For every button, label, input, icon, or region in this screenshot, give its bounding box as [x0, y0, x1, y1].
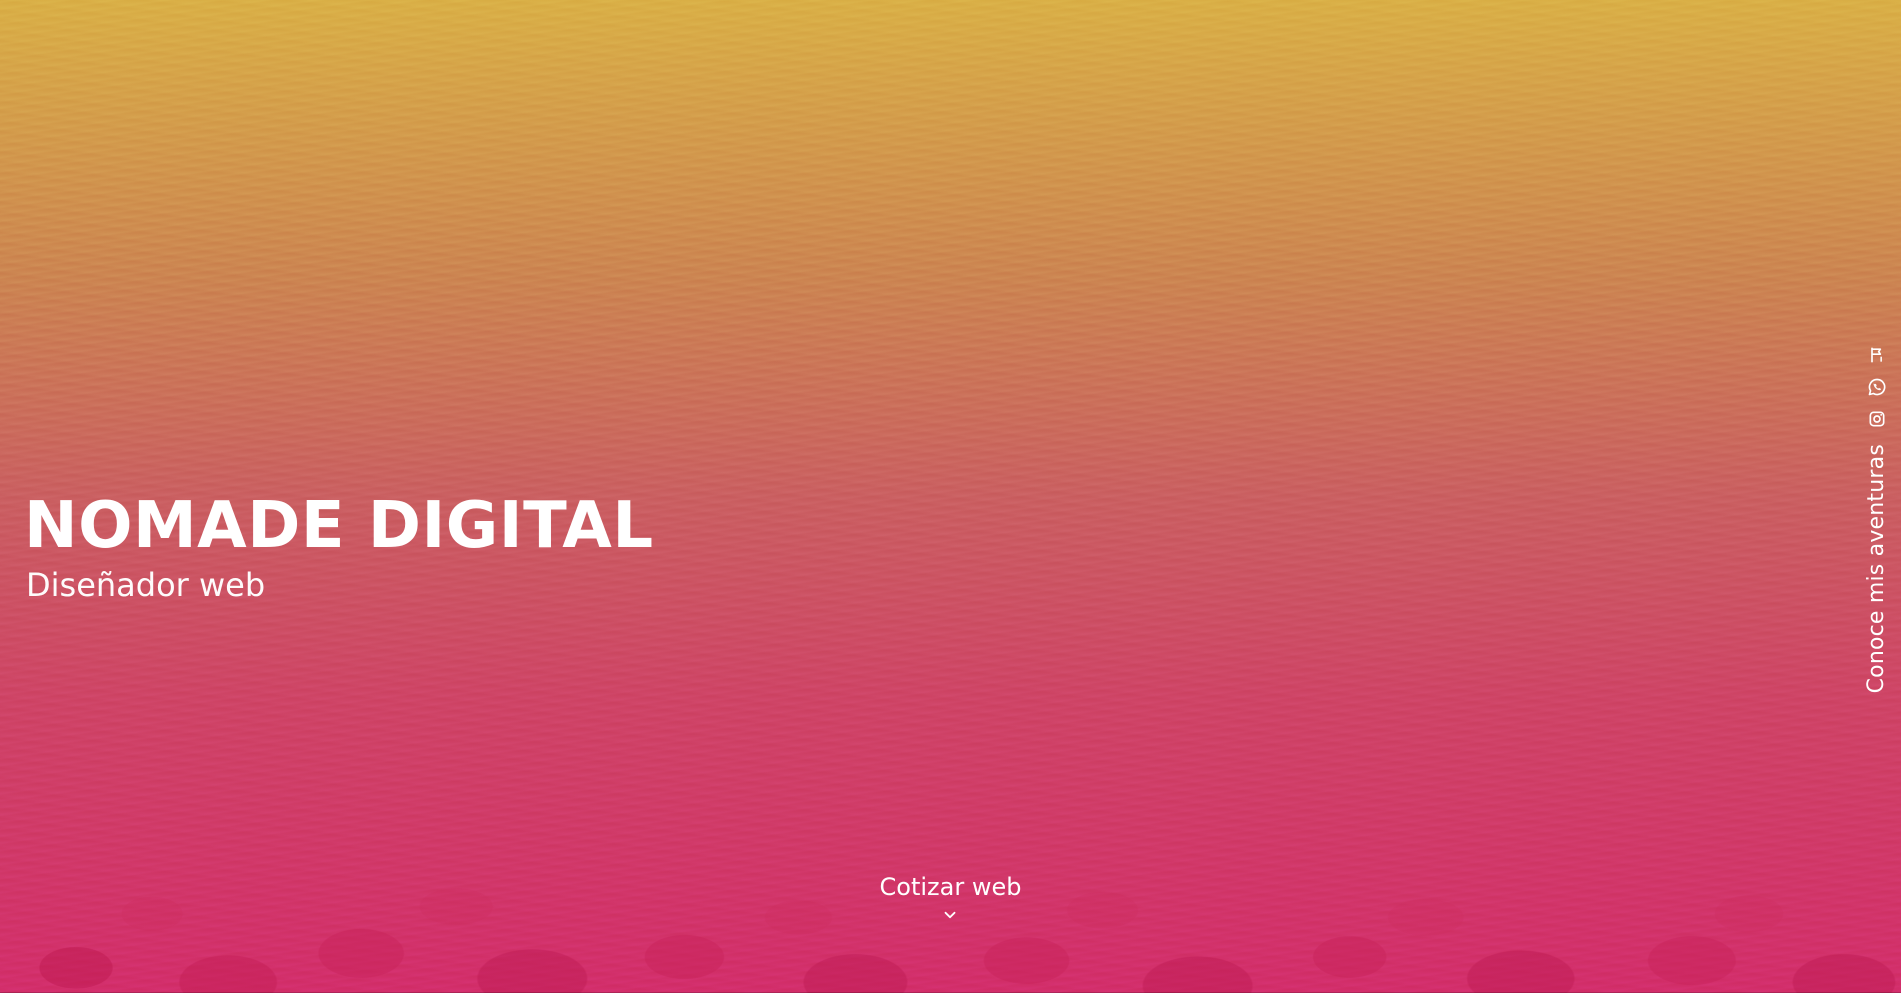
instagram-icon[interactable]	[1866, 408, 1888, 430]
quote-web-label: Cotizar web	[879, 873, 1022, 901]
pebbles-texture	[0, 633, 1901, 993]
chevron-down-icon	[945, 912, 956, 919]
page-subtitle: Diseñador web	[26, 566, 266, 604]
social-icon-1[interactable]	[1866, 344, 1888, 366]
hero-text: NOMADE DIGITAL Diseñador web	[24, 494, 654, 603]
quote-web-link[interactable]: Cotizar web	[879, 873, 1022, 924]
page-title: NOMADE DIGITAL	[24, 489, 654, 563]
side-links: Conoce mis aventuras	[1864, 344, 1889, 693]
adventures-link[interactable]: Conoce mis aventuras	[1864, 444, 1889, 693]
hero-section: NOMADE DIGITAL Diseñador web Cotizar web	[0, 0, 1901, 993]
whatsapp-icon[interactable]	[1866, 376, 1888, 398]
